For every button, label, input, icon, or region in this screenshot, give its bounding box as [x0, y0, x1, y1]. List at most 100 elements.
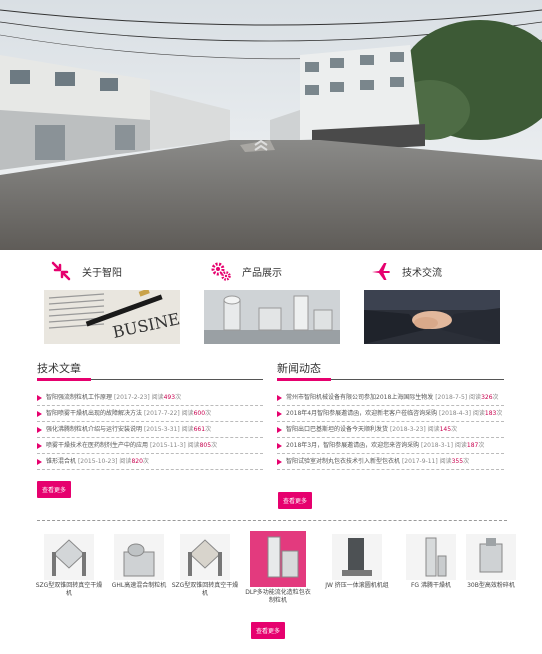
articles-more-button[interactable]: 查看更多	[37, 481, 72, 498]
item-date: [2017-9-11]	[401, 458, 438, 465]
list-item[interactable]: 2018年4月智阳参展邀请函，欢迎新老客户莅临咨询采购 [2018-4-3] 阅…	[277, 406, 504, 422]
product-name: 30B型高效粉碎机	[467, 582, 515, 589]
item-title: 2018年4月智阳参展邀请函，欢迎新老客户莅临咨询采购	[286, 410, 438, 417]
item-hits-label: 阅读	[427, 426, 440, 433]
product-name: GHL高速混合制粒机	[111, 582, 167, 589]
item-hits-unit: 次	[211, 442, 218, 449]
list-item[interactable]: 智阳喷雾干燥机出现的故障解决方法 [2017-7-22] 阅读600次	[37, 406, 263, 422]
item-date: [2015-11-3]	[149, 442, 186, 449]
feature-about[interactable]: 关于智阳 BUSINES	[44, 258, 204, 348]
list-item[interactable]: 常州市智阳机械设备有限公司参加2018上海国际生物发 [2018-7-5] 阅读…	[277, 390, 504, 406]
product-image	[250, 531, 306, 587]
list-item[interactable]: 锥形混合机 [2015-10-23] 阅读820次	[37, 454, 263, 470]
item-hits-label: 阅读	[119, 458, 132, 465]
item-title: 强化沸腾制粒机介绍与运行安装说明	[46, 426, 143, 433]
news-list: 常州市智阳机械设备有限公司参加2018上海国际生物发 [2018-7-5] 阅读…	[277, 390, 504, 470]
section-title: 新闻动态	[277, 360, 504, 381]
list-item[interactable]: 智阳强流制粒机工作原理 [2017-2-23] 阅读493次	[37, 390, 263, 406]
product-card[interactable]: GHL高速混合制粒机	[104, 534, 174, 590]
item-hits: 661	[193, 426, 206, 433]
item-title: 智阳喷雾干燥机出现的故障解决方法	[46, 410, 143, 417]
feature-tech[interactable]: 技术交流	[364, 258, 524, 348]
item-title: 锥形混合机	[46, 458, 77, 465]
product-card[interactable]: DLP多功能流化造粒包衣制粒机	[243, 531, 313, 605]
item-date: [2018-4-3]	[439, 410, 471, 417]
item-title: 喷雾干燥技术在医药制剂生产中的应用	[46, 442, 149, 449]
item-hits: 355	[451, 458, 464, 465]
item-hits: 183	[484, 410, 497, 417]
list-item[interactable]: 强化沸腾制粒机介绍与运行安装说明 [2015-3-31] 阅读661次	[37, 422, 263, 438]
feature-products[interactable]: 产品展示	[204, 258, 364, 348]
item-hits: 145	[439, 426, 452, 433]
feature-title: 关于智阳	[82, 267, 122, 279]
item-hits: 326	[481, 394, 493, 401]
item-hits-unit: 次	[478, 442, 485, 449]
feature-title: 技术交流	[402, 267, 442, 279]
item-hits-unit: 次	[496, 410, 503, 417]
item-hits-label: 阅读	[472, 410, 485, 417]
item-hits: 805	[199, 442, 212, 449]
item-hits-label: 阅读	[181, 410, 194, 417]
divider	[37, 520, 507, 521]
list-item[interactable]: 智阳试验室对制丸包衣技术引入新型包衣机 [2017-9-11] 阅读355次	[277, 454, 504, 470]
item-hits-label: 阅读	[151, 394, 164, 401]
articles-section: 技术文章 智阳强流制粒机工作原理 [2017-2-23] 阅读493次 智阳喷雾干…	[37, 360, 263, 470]
item-hits-label: 阅读	[181, 426, 194, 433]
item-title: 智阳强流制粒机工作原理	[46, 394, 113, 401]
news-more-button[interactable]: 查看更多	[278, 492, 313, 509]
product-card[interactable]: JW 挤压一体滚圆机机组	[322, 534, 392, 590]
item-date: [2017-7-22]	[143, 410, 180, 417]
product-card[interactable]: 30B型高效粉碎机	[456, 534, 526, 590]
item-date: [2015-10-23]	[77, 458, 118, 465]
item-hits-unit: 次	[451, 426, 458, 433]
newspaper-pen-image: BUSINES	[44, 290, 180, 344]
item-date: [2018-3-23]	[389, 426, 426, 433]
item-hits-unit: 次	[175, 394, 182, 401]
item-title: 智阳试验室对制丸包衣技术引入新型包衣机	[286, 458, 401, 465]
item-date: [2018-7-5]	[435, 394, 468, 401]
list-item[interactable]: 智阳出口巴基斯坦的设备今天顺利发货 [2018-3-23] 阅读145次	[277, 422, 504, 438]
product-name: SZG型双锥回转真空干燥机	[35, 582, 103, 597]
list-item[interactable]: 2018年3月，智阳参展邀请函，欢迎您来咨询采购 [2018-3-1] 阅读18…	[277, 438, 504, 454]
item-hits-label: 阅读	[187, 442, 200, 449]
item-hits: 493	[163, 394, 176, 401]
product-image	[180, 534, 230, 580]
arrows-in-icon	[51, 261, 71, 281]
product-card[interactable]: SZG型双锥回转真空干燥机	[170, 534, 240, 598]
airplane-icon	[372, 263, 390, 280]
item-date: [2018-3-1]	[421, 442, 453, 449]
item-hits: 600	[193, 410, 206, 417]
item-title: 2018年3月，智阳参展邀请函，欢迎您来咨询采购	[286, 442, 420, 449]
product-name: DLP多功能流化造粒包衣制粒机	[245, 589, 311, 604]
product-card[interactable]: SZG型双锥回转真空干燥机	[34, 534, 104, 598]
item-title: 常州市智阳机械设备有限公司参加2018上海国际生物发	[286, 394, 434, 401]
list-item[interactable]: 喷雾干燥技术在医药制剂生产中的应用 [2015-11-3] 阅读805次	[37, 438, 263, 454]
product-image	[406, 534, 456, 580]
gears-icon	[211, 262, 231, 281]
item-hits: 187	[466, 442, 479, 449]
section-title: 技术文章	[37, 360, 263, 381]
item-date: [2017-2-23]	[113, 394, 150, 401]
handshake-image	[364, 290, 500, 344]
news-section: 新闻动态 常州市智阳机械设备有限公司参加2018上海国际生物发 [2018-7-…	[277, 360, 504, 470]
product-name: JW 挤压一体滚圆机机组	[325, 582, 389, 589]
item-hits-unit: 次	[492, 394, 499, 401]
item-hits-label: 阅读	[469, 394, 482, 401]
product-image	[44, 534, 94, 580]
factory-equipment-image	[204, 290, 340, 344]
item-hits-unit: 次	[142, 458, 149, 465]
product-name: SZG型双锥回转真空干燥机	[171, 582, 239, 597]
item-hits-unit: 次	[205, 410, 212, 417]
item-hits-unit: 次	[205, 426, 212, 433]
product-image	[466, 534, 516, 580]
item-date: [2015-3-31]	[143, 426, 180, 433]
product-image	[332, 534, 382, 580]
item-hits-label: 阅读	[454, 442, 467, 449]
articles-list: 智阳强流制粒机工作原理 [2017-2-23] 阅读493次 智阳喷雾干燥机出现的…	[37, 390, 263, 470]
hero-banner	[0, 0, 542, 250]
item-hits-unit: 次	[463, 458, 470, 465]
product-image	[114, 534, 164, 580]
item-hits-label: 阅读	[439, 458, 452, 465]
products-more-button[interactable]: 查看更多	[251, 622, 286, 639]
item-hits: 820	[131, 458, 143, 465]
